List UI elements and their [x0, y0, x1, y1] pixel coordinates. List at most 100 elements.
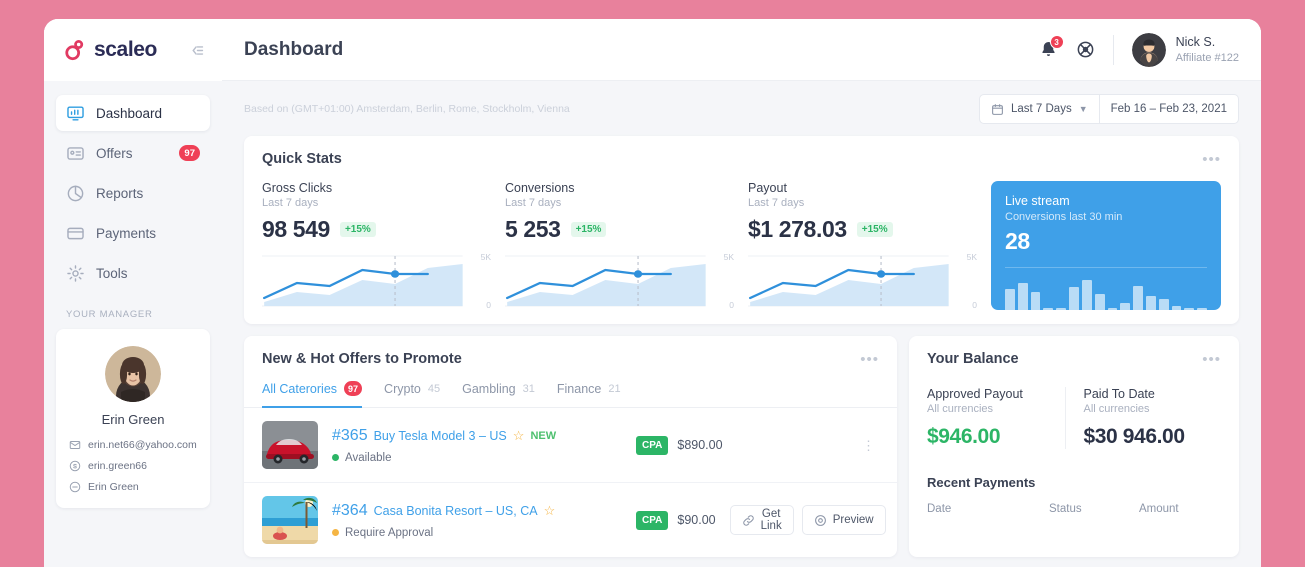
recent-payments-table-header: Date Status Amount [909, 490, 1239, 515]
sparkline-axis-min: 0 [486, 300, 491, 310]
offers-title: New & Hot Offers to Promote [262, 351, 462, 367]
date-controls: Last 7 Days ▼ Feb 16 – Feb 23, 2021 [978, 94, 1239, 124]
manager-name: Erin Green [101, 412, 165, 427]
manager-avatar [105, 346, 161, 402]
manager-skype: erin.green66 [88, 460, 147, 472]
new-tag: NEW [530, 429, 557, 442]
collapse-left-icon[interactable] [189, 42, 206, 59]
manager-telegram-row[interactable]: Erin Green [69, 481, 197, 493]
kebab-menu-icon[interactable]: ⋮ [858, 439, 879, 452]
sidebar-item-offers[interactable]: Offers 97 [56, 135, 210, 171]
date-range-preset-dropdown[interactable]: Last 7 Days ▼ [978, 94, 1100, 124]
ellipsis-icon[interactable]: ••• [1202, 352, 1221, 367]
sidebar-item-tools[interactable]: Tools [56, 255, 210, 291]
date-range-preset-label: Last 7 Days [1010, 103, 1072, 115]
help-globe-icon[interactable] [1076, 40, 1095, 59]
approved-payout-value: $946.00 [927, 425, 1001, 448]
preview-button[interactable]: Preview [801, 505, 886, 535]
tesla-car-thumbnail [262, 421, 318, 469]
sidebar-item-reports[interactable]: Reports [56, 175, 210, 211]
tab-count: 31 [522, 382, 535, 395]
notifications-button[interactable]: 3 [1039, 35, 1064, 59]
tab-label: Crypto [384, 381, 421, 396]
live-stream-bar [1120, 302, 1131, 310]
manager-skype-row[interactable]: erin.green66 [69, 460, 197, 472]
scaleo-logo-icon [65, 40, 84, 61]
quick-stats-row: Gross Clicks Last 7 days 98 549 +15% 5K … [244, 167, 1239, 324]
sparkline-svg [262, 255, 463, 307]
balance-header: Your Balance ••• [909, 336, 1239, 367]
offer-name-link[interactable]: Buy Tesla Model 3 – US [374, 429, 507, 443]
offer-status: Require Approval [332, 527, 622, 539]
sparkline-gross-clicks: 5K 0 [262, 252, 491, 310]
timezone-note: Based on (GMT+01:00) Amsterdam, Berlin, … [244, 103, 570, 115]
live-stream-bar [1107, 308, 1118, 310]
sidebar-item-payments[interactable]: Payments [56, 215, 210, 251]
stat-value: 5 253 [505, 216, 561, 242]
paid-to-date-block: Paid To Date All currencies $30 946.00 [1064, 387, 1222, 449]
topbar: Dashboard 3 Nick S. Affiliate #122 [222, 19, 1261, 81]
pie-chart-icon [66, 184, 85, 203]
offers-count-badge: 97 [179, 145, 200, 161]
stat-payout: Payout Last 7 days $1 278.03 +15% 5K 0 [748, 181, 991, 310]
stat-value: $1 278.03 [748, 216, 847, 242]
tab-count: 45 [427, 382, 441, 395]
live-stream-bar [1171, 305, 1182, 310]
envelope-icon [69, 439, 81, 451]
offer-name-link[interactable]: Casa Bonita Resort – US, CA [374, 504, 538, 518]
manager-section-title: YOUR MANAGER [66, 309, 153, 320]
user-menu[interactable]: Nick S. Affiliate #122 [1131, 32, 1239, 67]
live-stream-bar [1133, 285, 1143, 310]
ellipsis-icon[interactable]: ••• [860, 352, 879, 367]
star-outline-icon[interactable]: ☆ [544, 503, 556, 519]
tab-gambling[interactable]: Gambling 31 [462, 381, 535, 408]
quick-stats-header: Quick Stats ••• [244, 136, 1239, 167]
bottom-row: New & Hot Offers to Promote ••• All Cate… [244, 336, 1239, 557]
table-row[interactable]: #364 Casa Bonita Resort – US, CA ☆ Requi… [244, 482, 897, 557]
offers-tabs: All Caterories 97 Crypto 45 Gambling 31 [244, 381, 897, 408]
star-outline-icon[interactable]: ☆ [513, 428, 525, 444]
manager-email-row[interactable]: erin.net66@yahoo.com [69, 439, 197, 451]
sparkline-axis-max: 5K [480, 252, 491, 262]
tab-crypto[interactable]: Crypto 45 [384, 381, 440, 408]
get-link-label: Get Link [760, 508, 782, 532]
get-link-button[interactable]: Get Link [729, 505, 794, 535]
tab-label: Finance [556, 381, 602, 396]
gear-icon [66, 264, 85, 283]
sidebar-nav: Dashboard Offers 97 Reports Payments Too… [44, 81, 222, 295]
ellipsis-icon[interactable]: ••• [1202, 152, 1221, 167]
stat-delta-badge: +15% [339, 222, 376, 237]
beach-resort-thumbnail [262, 496, 318, 544]
balance-title: Your Balance [927, 351, 1019, 367]
live-stream-bar [1081, 280, 1092, 310]
live-stream-value: 28 [1005, 228, 1030, 254]
main-area: Dashboard 3 Nick S. Affiliate #122 Based… [222, 19, 1261, 567]
stat-label: Gross Clicks [262, 181, 333, 195]
tab-finance[interactable]: Finance 21 [557, 381, 621, 408]
sidebar-item-dashboard[interactable]: Dashboard [56, 95, 210, 131]
live-stream-bar [1043, 308, 1054, 310]
tab-all-categories[interactable]: All Caterories 97 [262, 381, 363, 408]
user-name: Nick S. [1175, 34, 1216, 49]
live-stream-bar [1005, 288, 1015, 310]
status-label: Available [345, 451, 392, 464]
recent-payments-title: Recent Payments [927, 475, 1036, 490]
payout-amount: $90.00 [677, 513, 716, 527]
live-stream-bar [1197, 308, 1207, 310]
sparkline-svg [505, 255, 706, 307]
offer-info: #365 Buy Tesla Model 3 – US ☆ NEW Availa… [332, 427, 622, 464]
paid-to-date-label: Paid To Date [1083, 387, 1155, 401]
sparkline-svg [748, 255, 949, 307]
stat-delta-badge: +15% [570, 222, 607, 237]
offer-actions: Get Link Preview [729, 505, 886, 535]
sparkline-payout: 5K 0 [748, 252, 977, 310]
live-stream-title: Live stream [1005, 194, 1070, 208]
manager-card: Erin Green erin.net66@yahoo.com erin.gre… [56, 329, 210, 508]
table-row[interactable]: #365 Buy Tesla Model 3 – US ☆ NEW Availa… [244, 408, 897, 482]
sparkline-axis-max: 5K [723, 252, 734, 262]
live-stream-bar [1145, 296, 1156, 310]
live-stream-bar [1069, 286, 1079, 310]
toolbar-row: Based on (GMT+01:00) Amsterdam, Berlin, … [244, 94, 1239, 124]
date-range-display[interactable]: Feb 16 – Feb 23, 2021 [1099, 94, 1239, 124]
skype-icon [69, 460, 81, 472]
